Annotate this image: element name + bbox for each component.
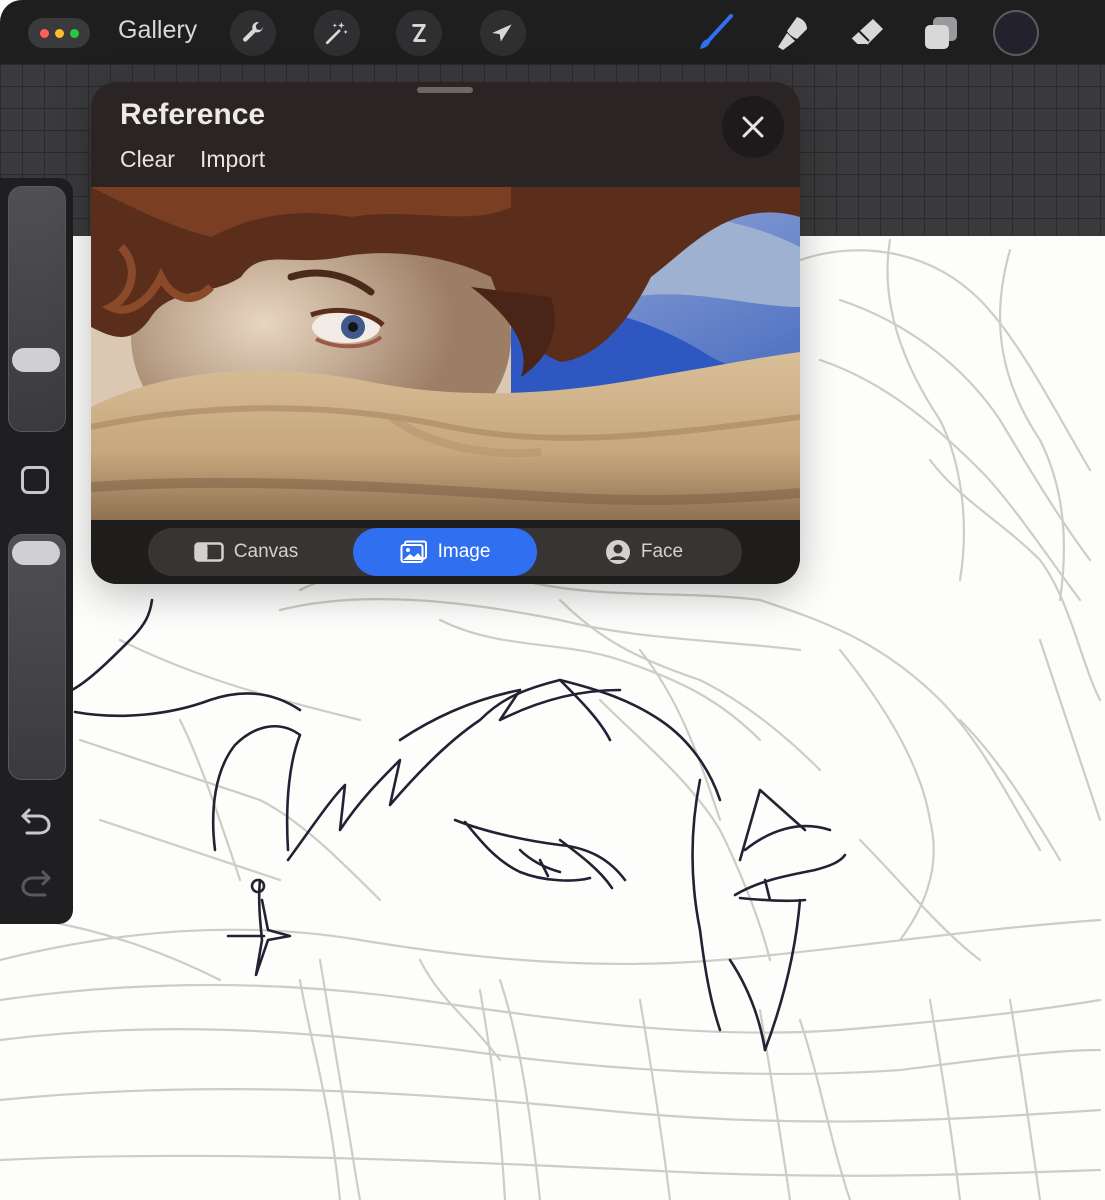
layers-button[interactable] — [918, 10, 964, 56]
canvas-icon — [194, 542, 224, 562]
tab-face-label: Face — [640, 541, 684, 562]
reference-title: Reference — [120, 98, 266, 131]
adjustments-button[interactable] — [314, 10, 360, 56]
smudge-button[interactable] — [770, 10, 816, 56]
opacity-thumb[interactable] — [12, 541, 60, 565]
brush-size-slider[interactable] — [8, 186, 66, 432]
image-icon — [400, 540, 427, 563]
tab-image[interactable]: Image — [353, 528, 537, 576]
layers-icon — [925, 17, 957, 49]
transform-arrow-icon — [492, 24, 512, 42]
import-button[interactable]: Import — [200, 146, 265, 173]
wrench-icon — [243, 22, 264, 42]
opacity-slider[interactable] — [8, 534, 66, 780]
gallery-button[interactable]: Gallery — [118, 16, 197, 45]
selection-button[interactable] — [396, 10, 442, 56]
reference-mode-bar: Canvas Image Face — [91, 520, 800, 584]
panel-grabber[interactable] — [417, 87, 473, 93]
actions-button[interactable] — [230, 10, 276, 56]
clear-button[interactable]: Clear — [120, 146, 175, 173]
brush-button[interactable] — [692, 10, 738, 56]
color-swatch-button[interactable] — [993, 10, 1039, 56]
close-dot-icon — [39, 28, 49, 38]
zoom-dot-icon — [69, 28, 79, 38]
selection-icon — [412, 24, 426, 42]
eraser-button[interactable] — [844, 10, 890, 56]
close-reference-button[interactable] — [722, 96, 784, 158]
modify-button[interactable] — [21, 466, 49, 494]
minimize-dot-icon — [54, 28, 64, 38]
undo-icon[interactable] — [19, 806, 53, 836]
tab-image-label: Image — [437, 541, 491, 562]
smudge-icon — [778, 17, 807, 50]
top-toolbar: Gallery — [0, 0, 1105, 64]
face-icon — [605, 540, 630, 564]
brush-icon — [700, 14, 733, 49]
tab-canvas[interactable]: Canvas — [148, 528, 344, 576]
brush-size-thumb[interactable] — [12, 348, 60, 372]
tab-canvas-label: Canvas — [233, 541, 299, 562]
redo-icon[interactable] — [19, 868, 53, 898]
reference-painting — [91, 187, 800, 520]
magic-wand-icon — [325, 22, 348, 45]
transform-button[interactable] — [480, 10, 526, 56]
left-sidebar — [0, 178, 73, 924]
reference-panel[interactable]: Reference Clear Import Canvas Image Face — [91, 82, 800, 584]
eraser-icon — [850, 19, 883, 46]
tab-face[interactable]: Face — [546, 528, 742, 576]
reference-mode-segmented-control: Canvas Image Face — [148, 528, 742, 576]
window-menu-button[interactable] — [28, 18, 90, 48]
reference-image[interactable] — [91, 187, 800, 520]
close-icon — [742, 116, 764, 138]
